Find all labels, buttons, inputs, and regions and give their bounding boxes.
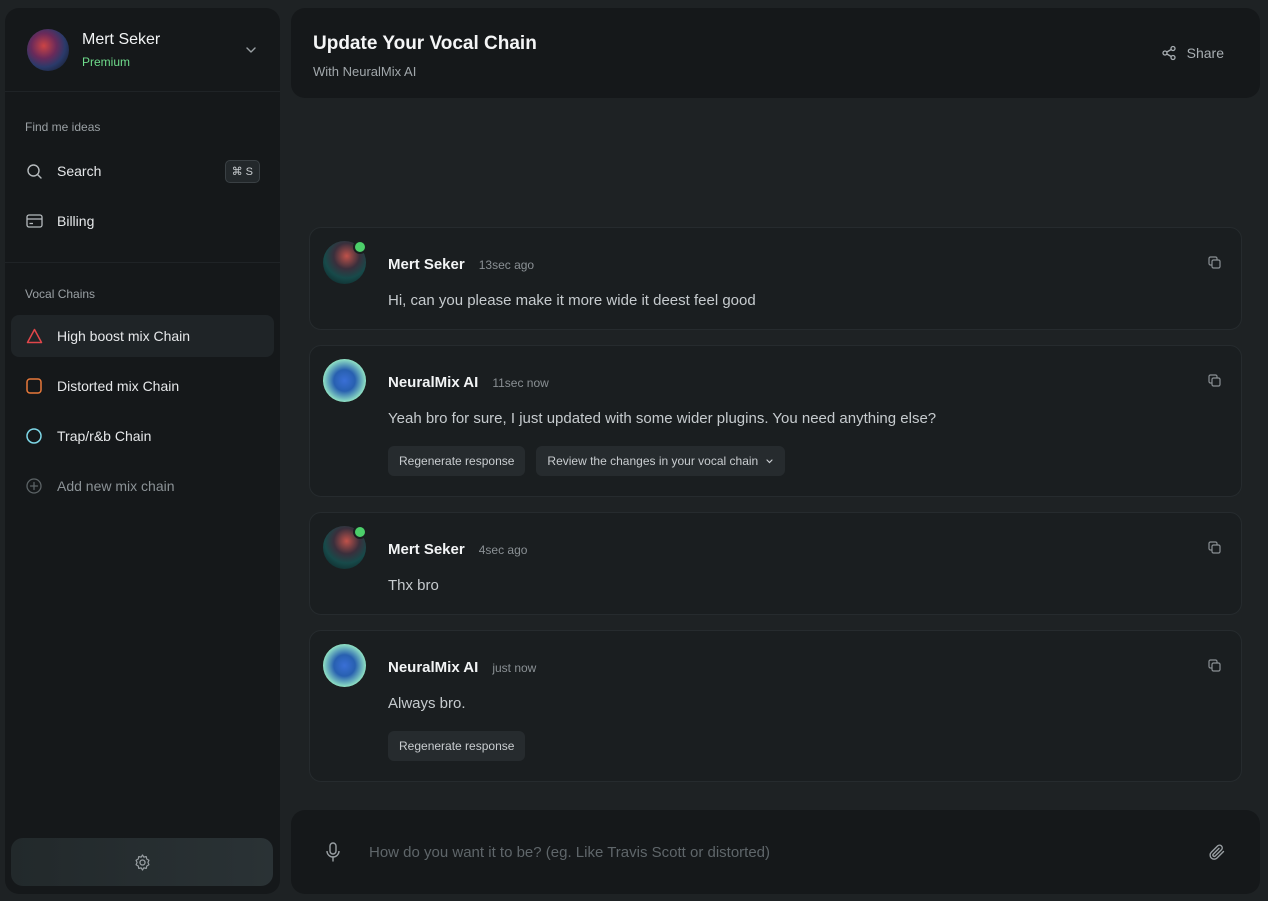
sidebar-item-label: Distorted mix Chain: [57, 378, 180, 394]
avatar: [323, 359, 366, 402]
message-timestamp: 11sec now: [492, 376, 549, 390]
regenerate-response-button[interactable]: Regenerate response: [388, 731, 526, 761]
chevron-down-icon[interactable]: [244, 43, 258, 57]
sidebar-item-distorted-chain[interactable]: Distorted mix Chain: [11, 365, 274, 407]
copy-icon[interactable]: [1208, 256, 1221, 269]
share-icon: [1161, 45, 1176, 61]
sidebar-item-label: High boost mix Chain: [57, 328, 191, 344]
plus-circle-icon: [25, 477, 43, 495]
message-author: Mert Seker: [388, 256, 465, 273]
message-text: Thx bro: [388, 577, 439, 594]
message-text: Hi, can you please make it more wide it …: [388, 292, 756, 309]
avatar: [27, 28, 69, 71]
message-input[interactable]: [369, 843, 1208, 861]
add-mix-chain-button[interactable]: Add new mix chain: [11, 465, 274, 507]
sidebar-item-label: Search: [57, 163, 102, 179]
page-subtitle: With NeuralMix AI: [313, 64, 417, 79]
profile-name: Mert Seker: [82, 30, 161, 48]
circle-icon: [25, 427, 43, 445]
page-title: Update Your Vocal Chain: [313, 33, 537, 54]
avatar: [323, 644, 366, 687]
chat-message: NeuralMix AI just now Always bro. Regene…: [309, 630, 1242, 782]
copy-icon[interactable]: [1208, 374, 1221, 387]
sidebar-item-billing[interactable]: Billing: [11, 200, 274, 242]
sidebar: Mert Seker Premium Find me ideas Search …: [5, 8, 280, 894]
message-text: Always bro.: [388, 695, 466, 712]
regenerate-response-button[interactable]: Regenerate response: [388, 446, 526, 476]
chat-header: Update Your Vocal Chain With NeuralMix A…: [291, 8, 1260, 98]
copy-icon[interactable]: [1208, 659, 1221, 672]
sidebar-item-label: Billing: [57, 213, 95, 229]
review-changes-label: Review the changes in your vocal chain: [547, 454, 759, 468]
sidebar-item-label: Trap/r&b Chain: [57, 428, 152, 444]
credit-card-icon: [25, 212, 43, 230]
vocal-chains-label: Vocal Chains: [25, 287, 96, 301]
sidebar-item-label: Add new mix chain: [57, 478, 175, 494]
chat-message: NeuralMix AI 11sec now Yeah bro for sure…: [309, 345, 1242, 497]
shortcut-badge: ⌘ S: [224, 159, 260, 183]
chat-message: Mert Seker 13sec ago Hi, can you please …: [309, 227, 1242, 330]
share-label: Share: [1186, 45, 1224, 61]
profile-switcher[interactable]: Mert Seker Premium: [5, 8, 280, 92]
message-author: Mert Seker: [388, 541, 465, 558]
message-text: Yeah bro for sure, I just updated with s…: [388, 410, 937, 427]
chevron-down-icon: [766, 458, 773, 463]
avatar: [323, 525, 367, 569]
message-composer: [291, 810, 1260, 894]
share-button[interactable]: Share: [1161, 45, 1224, 61]
avatar: [323, 240, 367, 284]
message-timestamp: just now: [492, 661, 537, 675]
paperclip-icon[interactable]: [1208, 843, 1226, 861]
sidebar-item-search[interactable]: Search ⌘ S: [11, 150, 274, 192]
search-icon: [25, 162, 43, 180]
square-icon: [25, 377, 43, 395]
find-ideas-label: Find me ideas: [25, 120, 101, 134]
message-list: Mert Seker 13sec ago Hi, can you please …: [309, 227, 1242, 797]
chat-message: Mert Seker 4sec ago Thx bro: [309, 512, 1242, 615]
gear-icon: [134, 853, 150, 871]
plan-badge: Premium: [82, 54, 131, 69]
message-timestamp: 13sec ago: [478, 258, 535, 272]
settings-button[interactable]: [11, 838, 273, 886]
message-timestamp: 4sec ago: [478, 543, 528, 557]
message-author: NeuralMix AI: [388, 374, 479, 391]
message-author: NeuralMix AI: [388, 659, 479, 676]
microphone-icon[interactable]: [325, 842, 341, 862]
copy-icon[interactable]: [1208, 541, 1221, 554]
sidebar-item-trap-rnb-chain[interactable]: Trap/r&b Chain: [11, 415, 274, 457]
review-changes-dropdown[interactable]: Review the changes in your vocal chain: [536, 446, 786, 476]
triangle-icon: [25, 327, 43, 345]
sidebar-item-high-boost-chain[interactable]: High boost mix Chain: [11, 315, 274, 357]
